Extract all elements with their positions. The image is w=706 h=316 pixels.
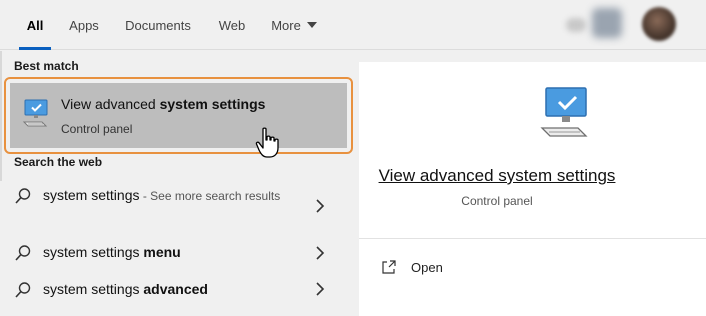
web-result-text: system settings advanced	[43, 279, 208, 300]
preview-title-link[interactable]: View advanced system settings	[289, 166, 705, 186]
open-action-label: Open	[411, 260, 443, 275]
web-result-query: system settings	[43, 187, 140, 203]
web-result-item[interactable]: system settings menu	[0, 241, 357, 267]
blurred-icon	[592, 8, 622, 38]
preview-panel: View advanced system settings Control pa…	[359, 62, 706, 316]
window-edge	[0, 51, 2, 181]
best-match-title-bold: system settings	[159, 96, 266, 112]
tab-all[interactable]: All	[17, 0, 53, 50]
best-match-heading: Best match	[14, 59, 79, 73]
divider	[359, 238, 706, 239]
tab-web[interactable]: Web	[213, 0, 251, 50]
web-result-text: system settings menu	[43, 242, 181, 263]
search-web-heading: Search the web	[14, 155, 103, 169]
blurred-icon	[566, 18, 586, 32]
search-icon	[15, 188, 31, 204]
tab-documents[interactable]: Documents	[118, 0, 198, 50]
tab-documents-label: Documents	[125, 17, 191, 33]
computer-settings-icon	[540, 87, 588, 137]
search-tabs: All Apps Documents Web More	[0, 0, 706, 50]
web-result-item[interactable]: system settings advanced	[0, 278, 357, 304]
chevron-right-icon	[316, 282, 325, 296]
web-result-text: system settings - See more search result…	[43, 185, 313, 207]
web-result-query-bold: menu	[143, 244, 181, 260]
web-result-query: system settings	[43, 281, 144, 297]
tab-web-label: Web	[218, 17, 246, 33]
chevron-right-icon	[316, 246, 325, 260]
blurred-toolbar-icons[interactable]	[560, 8, 640, 40]
best-match-title-plain: View advanced	[61, 96, 160, 112]
tab-more-label: More	[271, 17, 301, 33]
tab-all-label: All	[26, 17, 44, 33]
web-result-hint: - See more search results	[139, 189, 281, 203]
web-result-query-bold: advanced	[143, 281, 208, 297]
best-match-selected-bg: View advanced system settings Control pa…	[10, 83, 347, 148]
preview-subtitle: Control panel	[461, 194, 533, 208]
hand-pointer-cursor-icon	[255, 127, 279, 158]
search-icon	[15, 245, 31, 261]
caret-down-icon	[306, 22, 317, 28]
search-icon	[15, 282, 31, 298]
avatar[interactable]	[642, 7, 676, 41]
tab-more[interactable]: More	[265, 0, 323, 50]
open-icon	[382, 260, 396, 274]
best-match-item[interactable]: View advanced system settings Control pa…	[4, 77, 353, 154]
computer-settings-icon	[22, 99, 48, 127]
tab-apps[interactable]: Apps	[64, 0, 104, 50]
best-match-subtitle: Control panel	[61, 122, 133, 136]
tab-apps-label: Apps	[69, 17, 99, 33]
open-action[interactable]: Open	[381, 258, 501, 280]
web-result-query: system settings	[43, 244, 144, 260]
best-match-title: View advanced system settings	[61, 96, 265, 112]
